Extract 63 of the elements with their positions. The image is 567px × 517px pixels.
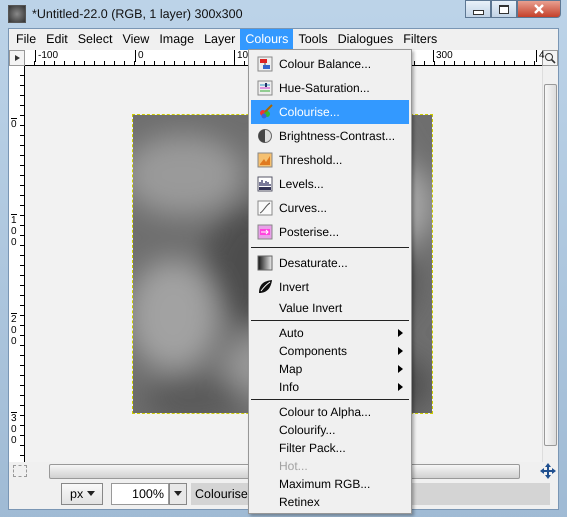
menu-bar-item[interactable]: Dialogues: [332, 29, 398, 50]
ruler-label: 0: [11, 118, 17, 130]
ruler-label: 0: [135, 50, 144, 62]
menu-item[interactable]: Desaturate...: [251, 251, 409, 275]
unit-dropdown[interactable]: px: [61, 483, 103, 505]
submenu-arrow-icon: [398, 365, 403, 373]
menu-item[interactable]: Value Invert: [251, 299, 409, 317]
histogram-icon: [257, 176, 273, 192]
ruler-label: -100: [35, 50, 58, 62]
ruler-label: 300: [433, 50, 453, 62]
ruler-label: 100: [11, 214, 17, 248]
contrast-icon: [257, 128, 273, 144]
ruler-label: 300: [11, 412, 17, 446]
vertical-scrollbar[interactable]: [542, 66, 558, 462]
menu-item[interactable]: Info: [251, 378, 409, 396]
menu-item[interactable]: Colourify...: [251, 421, 409, 439]
menu-item[interactable]: Posterise...: [251, 220, 409, 244]
submenu-arrow-icon: [398, 347, 403, 355]
submenu-arrow-icon: [398, 383, 403, 391]
menu-bar-item[interactable]: Tools: [293, 29, 333, 50]
threshold-icon: [257, 152, 273, 168]
menu-item[interactable]: Levels...: [251, 172, 409, 196]
menu-arrow-button[interactable]: [9, 50, 25, 66]
close-button[interactable]: [517, 0, 561, 18]
close-icon: [533, 4, 545, 14]
menu-item[interactable]: Colour to Alpha...: [251, 403, 409, 421]
menu-item[interactable]: Colour Balance...: [251, 52, 409, 76]
menu-bar-item[interactable]: Filters: [398, 29, 442, 50]
caret-icon: [174, 491, 182, 497]
curve-icon: [257, 200, 273, 216]
maximize-button[interactable]: [491, 0, 517, 18]
gradient-icon: [257, 255, 273, 271]
posterise-icon: [257, 224, 273, 240]
menu-item[interactable]: Threshold...: [251, 148, 409, 172]
submenu-arrow-icon: [398, 329, 403, 337]
navigate-icon[interactable]: [540, 462, 556, 478]
menu-bar-item[interactable]: Edit: [41, 29, 73, 50]
triangle-icon: [13, 54, 21, 62]
menu-item[interactable]: Auto: [251, 324, 409, 342]
menu-item[interactable]: Brightness-Contrast...: [251, 124, 409, 148]
unit-label: px: [70, 487, 84, 501]
caret-icon: [87, 491, 96, 497]
menu-bar-item[interactable]: Image: [154, 29, 200, 50]
minimize-button[interactable]: [465, 0, 491, 18]
menu-item[interactable]: Filter Pack...: [251, 439, 409, 457]
window-title: *Untitled-22.0 (RGB, 1 layer) 300x300: [32, 7, 243, 21]
menu-bar-item[interactable]: View: [117, 29, 154, 50]
ruler-label: 200: [11, 313, 17, 347]
sliders-icon: [257, 80, 273, 96]
palette-icon: [257, 104, 273, 120]
balance-icon: [257, 56, 273, 72]
menu-item[interactable]: Invert: [251, 275, 409, 299]
menu-item[interactable]: Curves...: [251, 196, 409, 220]
menu-bar-item[interactable]: File: [11, 29, 42, 50]
menu-item[interactable]: Hue-Saturation...: [251, 76, 409, 100]
zoom-dropdown-button[interactable]: [169, 483, 187, 505]
leaf-icon: [257, 279, 273, 295]
menu-item[interactable]: Map: [251, 360, 409, 378]
image-thumbnail-icon: [8, 5, 26, 23]
menu-bar-item[interactable]: Layer: [199, 29, 240, 50]
menu-item[interactable]: Components: [251, 342, 409, 360]
menu-bar-item[interactable]: Select: [72, 29, 118, 50]
zoom-field[interactable]: 100%: [111, 483, 169, 505]
